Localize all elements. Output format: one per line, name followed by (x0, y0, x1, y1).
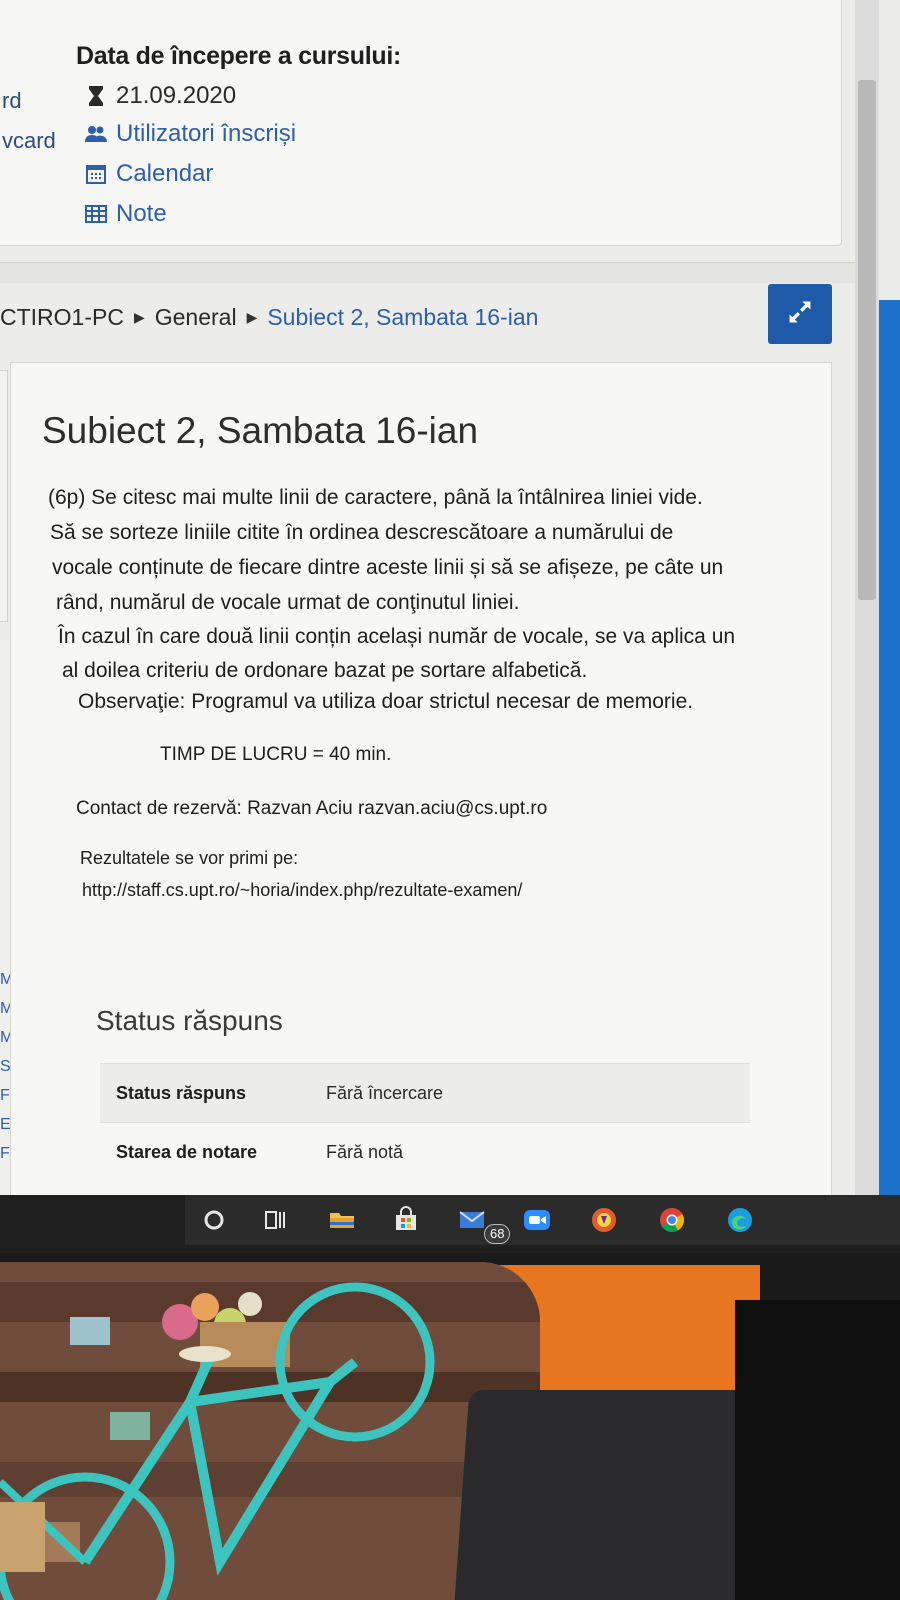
left-cut-text: rd (2, 88, 22, 113)
file-explorer-icon[interactable] (322, 1200, 362, 1240)
breadcrumb-item-course[interactable]: CTIRO1-PC (0, 304, 124, 331)
taskbar (0, 1195, 900, 1253)
table-row: Starea de notare Fără notă (100, 1122, 750, 1181)
calendar-link[interactable]: Calendar (84, 160, 213, 188)
status-value: Fără încercare (326, 1082, 444, 1103)
hourglass-icon (84, 84, 108, 108)
question-title: Subiect 2, Sambata 16-ian (42, 410, 479, 451)
section-divider (0, 262, 860, 283)
course-start-label: Data de începere a cursului: (76, 42, 402, 70)
chevron-right-icon: ▶ (133, 309, 145, 325)
zoom-icon[interactable] (517, 1200, 557, 1240)
question-line: Să se sorteze liniile citite în ordinea … (50, 521, 674, 544)
enrolled-users-link[interactable]: Utilizatori înscriși (84, 120, 296, 148)
left-block-fragment (0, 370, 8, 622)
mail-badge: 68 (484, 1224, 511, 1244)
breadcrumb-item-current[interactable]: Subiect 2, Sambata 16-ian (267, 304, 538, 331)
store-icon[interactable] (386, 1200, 426, 1240)
work-time: TIMP DE LUCRU = 40 min. (160, 744, 392, 765)
status-heading: Status răspuns (96, 1005, 283, 1036)
search-circle-icon[interactable] (194, 1200, 234, 1240)
calendar-label: Calendar (116, 160, 214, 187)
question-line: rând, numărul de vocale urmat de conţinu… (56, 591, 520, 614)
window-edge (879, 300, 900, 1215)
table-row: Status răspuns Fără încercare (100, 1063, 750, 1122)
status-value: Fără notă (326, 1141, 404, 1162)
question-note: Observaţie: Programul va utiliza doar st… (78, 690, 694, 713)
enrolled-users-label: Utilizatori înscriși (116, 120, 297, 147)
grades-label: Note (116, 200, 167, 227)
scrollbar-thumb[interactable] (858, 80, 876, 600)
results-label: Rezultatele se vor primi pe: (80, 848, 299, 868)
chevron-right-icon: ▶ (246, 309, 258, 325)
question-line: În cazul în care două linii conțin acela… (58, 625, 736, 648)
edge-icon[interactable] (720, 1200, 760, 1240)
browser-icon[interactable] (584, 1200, 624, 1240)
expand-icon (786, 298, 814, 331)
users-icon (84, 122, 108, 146)
task-view-icon[interactable] (255, 1200, 295, 1240)
status-label: Status răspuns (116, 1082, 247, 1103)
laptop-corner (454, 1390, 770, 1600)
breadcrumb: CTIRO1-PC ▶ General ▶ Subiect 2, Sambata… (0, 304, 538, 331)
start-date-value: 21.09.2020 (116, 82, 237, 109)
question-line: vocale conținute de fiecare dintre acest… (52, 556, 724, 579)
backup-contact: Contact de rezervă: Razvan Aciu razvan.a… (76, 798, 548, 819)
question-line: (6p) Se citesc mai multe linii de caract… (48, 486, 703, 509)
results-url[interactable]: http://staff.cs.upt.ro/~horia/index.php/… (82, 880, 522, 901)
left-cut-text: vcard (2, 128, 56, 153)
fullscreen-button[interactable] (768, 284, 832, 344)
status-label: Starea de notare (116, 1141, 258, 1162)
monitor-stand (735, 1300, 900, 1600)
monitor-screen: rd vcard Data de începere a cursului: 21… (0, 0, 900, 1215)
status-table: Status răspuns Fără încercare Starea de … (100, 1063, 750, 1181)
calendar-icon (84, 162, 108, 186)
table-icon (84, 202, 108, 226)
grades-link[interactable]: Note (84, 200, 167, 228)
chrome-icon[interactable] (652, 1200, 692, 1240)
question-line: al doilea criteriu de ordonare bazat pe … (62, 659, 588, 682)
breadcrumb-item-general[interactable]: General (155, 304, 237, 331)
course-start-date: 21.09.2020 (84, 82, 236, 110)
